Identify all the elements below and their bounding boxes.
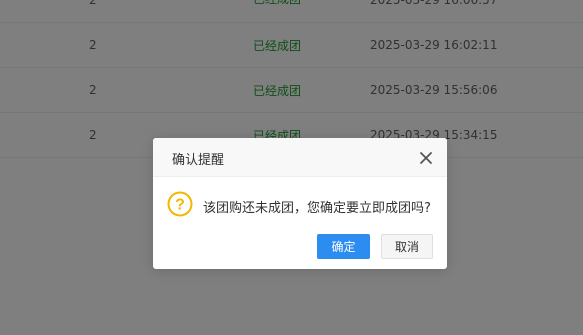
dialog-header: 确认提醒 (153, 138, 447, 177)
svg-text:?: ? (175, 197, 185, 214)
dialog-body: ? 该团购还未成团，您确定要立即成团吗? (167, 190, 437, 220)
dialog-message: 该团购还未成团，您确定要立即成团吗? (203, 201, 431, 216)
question-warning-icon: ? (167, 191, 193, 217)
confirm-button[interactable]: 确定 (317, 234, 370, 259)
dialog-title: 确认提醒 (172, 153, 225, 168)
close-icon[interactable] (419, 150, 433, 164)
confirm-dialog: 确认提醒 ? 该团购还未成团，您确定要立即成团吗? 确定 取消 (153, 138, 447, 269)
cancel-button[interactable]: 取消 (381, 234, 433, 259)
